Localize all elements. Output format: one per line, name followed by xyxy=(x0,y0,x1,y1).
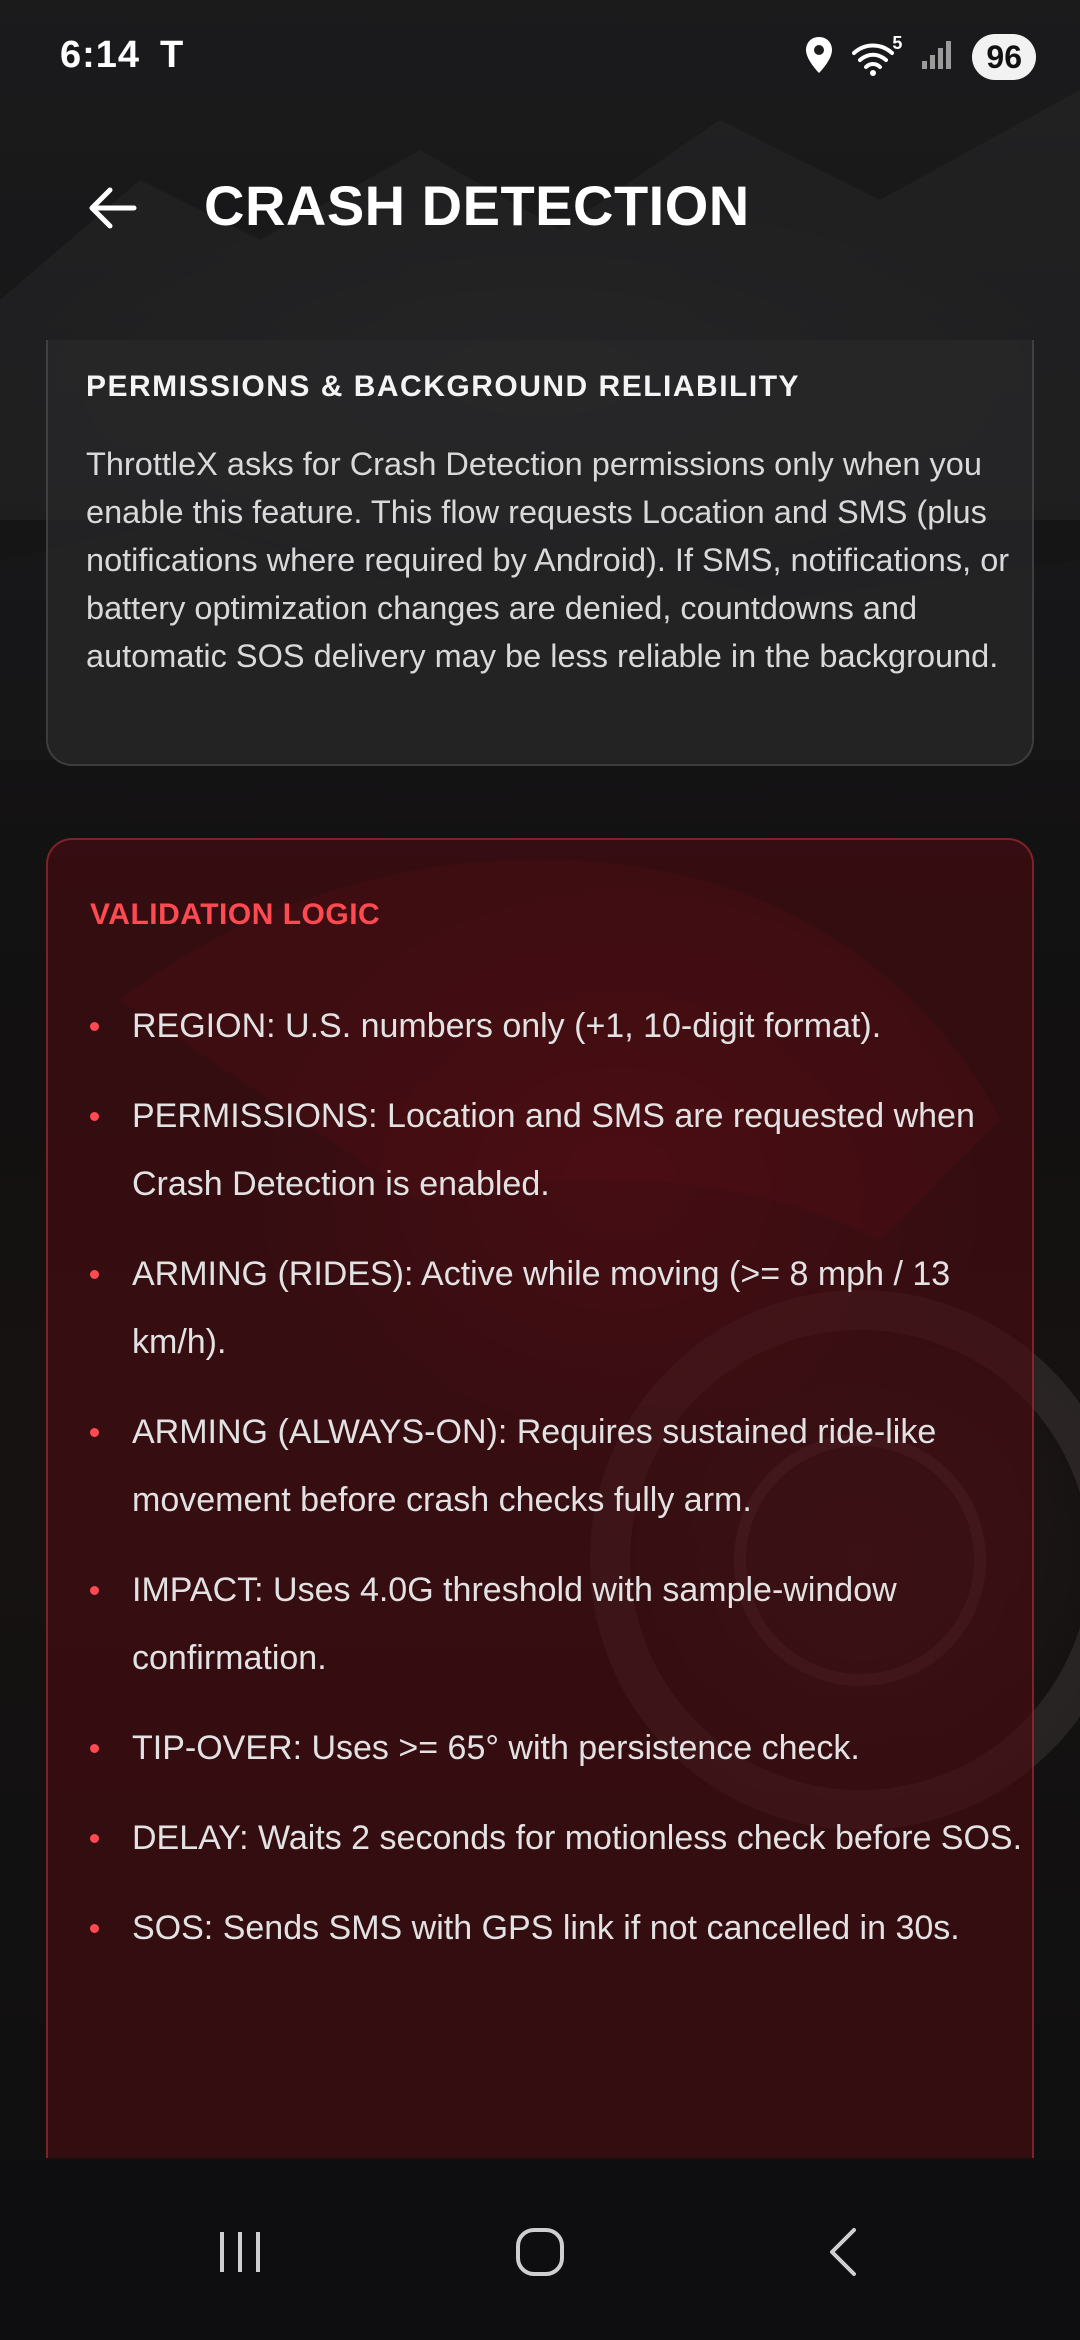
home-icon xyxy=(516,2228,564,2276)
home-button[interactable] xyxy=(490,2212,590,2292)
wifi-badge: 5 xyxy=(892,33,903,53)
bullet-dot xyxy=(90,1022,99,1031)
list-item: SOS: Sends SMS with GPS link if not canc… xyxy=(90,1894,1030,1962)
list-item: PERMISSIONS: Location and SMS are reques… xyxy=(90,1082,1030,1218)
recent-apps-button[interactable] xyxy=(190,2212,290,2292)
arrow-left-icon xyxy=(89,187,137,229)
list-item: IMPACT: Uses 4.0G threshold with sample-… xyxy=(90,1556,1030,1692)
permissions-card-body: ThrottleX asks for Crash Detection permi… xyxy=(86,446,1010,674)
list-item-text: DELAY: Waits 2 seconds for motionless ch… xyxy=(132,1819,1023,1857)
bullet-dot xyxy=(90,1112,99,1121)
system-navigation-bar xyxy=(0,2160,1080,2340)
status-icons: 5 96 xyxy=(804,33,1036,80)
back-button[interactable] xyxy=(70,166,154,250)
permissions-card-title: PERMISSIONS & BACKGROUND RELIABILITY xyxy=(86,370,801,403)
list-item-text: ARMING (RIDES): Active while moving (>= … xyxy=(132,1255,951,1361)
permissions-card: PERMISSIONS & BACKGROUND RELIABILITY Thr… xyxy=(46,340,1034,766)
list-item: TIP-OVER: Uses >= 65° with persistence c… xyxy=(90,1714,1030,1782)
battery-indicator: 96 xyxy=(972,34,1036,80)
carrier-glyph: T xyxy=(160,34,184,76)
list-item: DELAY: Waits 2 seconds for motionless ch… xyxy=(90,1804,1030,1872)
validation-logic-card: VALIDATION LOGIC REGION: U.S. numbers on… xyxy=(46,838,1034,2158)
location-icon xyxy=(804,36,834,79)
list-item-text: PERMISSIONS: Location and SMS are reques… xyxy=(132,1097,975,1203)
list-item-text: REGION: U.S. numbers only (+1, 10-digit … xyxy=(132,1007,882,1045)
list-item: ARMING (ALWAYS-ON): Requires sustained r… xyxy=(90,1398,1030,1534)
list-item: REGION: U.S. numbers only (+1, 10-digit … xyxy=(90,992,1030,1060)
validation-card-title: VALIDATION LOGIC xyxy=(90,898,381,931)
bullet-dot xyxy=(90,1924,99,1933)
list-item-text: IMPACT: Uses 4.0G threshold with sample-… xyxy=(132,1571,897,1677)
recent-apps-icon xyxy=(220,2232,260,2272)
page-title: CRASH DETECTION xyxy=(204,174,750,237)
list-item-text: ARMING (ALWAYS-ON): Requires sustained r… xyxy=(132,1413,937,1519)
bullet-dot xyxy=(90,1834,99,1843)
wifi-icon: 5 xyxy=(852,33,902,77)
app-header: CRASH DETECTION xyxy=(0,140,1080,270)
validation-list: REGION: U.S. numbers only (+1, 10-digit … xyxy=(90,992,1030,1984)
status-bar: 6:14 T 5 96 xyxy=(0,0,1080,120)
bullet-dot xyxy=(90,1744,99,1753)
system-back-button[interactable] xyxy=(794,2212,894,2292)
back-icon xyxy=(830,2228,856,2276)
list-item-text: SOS: Sends SMS with GPS link if not canc… xyxy=(132,1909,960,1947)
bullet-dot xyxy=(90,1270,99,1279)
signal-icon xyxy=(920,39,954,76)
list-item: ARMING (RIDES): Active while moving (>= … xyxy=(90,1240,1030,1376)
list-item-text: TIP-OVER: Uses >= 65° with persistence c… xyxy=(132,1729,860,1767)
bullet-dot xyxy=(90,1428,99,1437)
bullet-dot xyxy=(90,1586,99,1595)
status-time: 6:14 xyxy=(60,34,141,76)
